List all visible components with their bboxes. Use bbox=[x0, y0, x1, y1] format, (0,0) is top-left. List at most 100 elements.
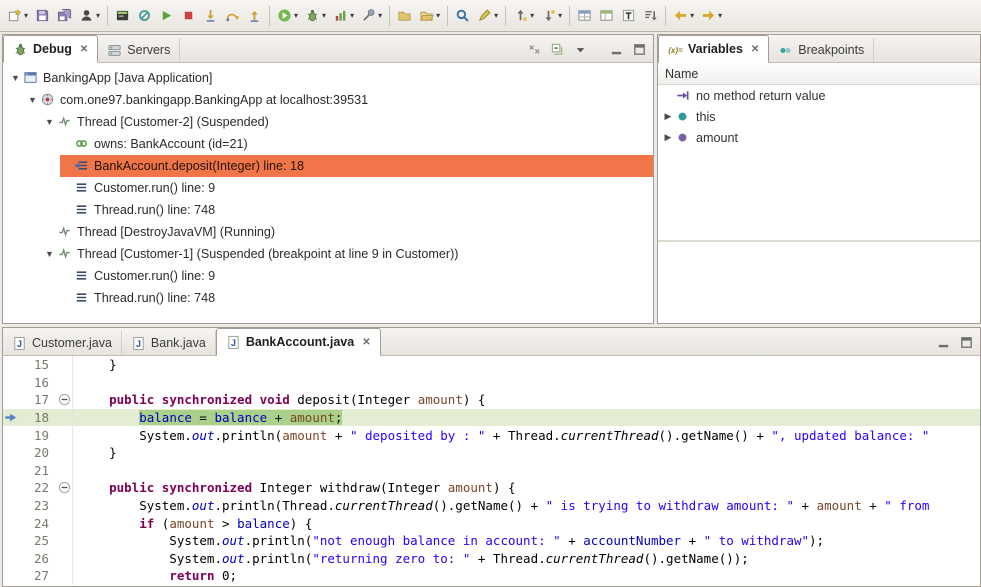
variables-name-column-header[interactable]: Name bbox=[658, 63, 980, 85]
dropdown-arrow-icon[interactable]: ▾ bbox=[436, 11, 440, 20]
tree-expander-icon[interactable]: ▼ bbox=[9, 73, 22, 83]
marker-bar[interactable] bbox=[3, 462, 19, 480]
code-line[interactable]: 23 System.out.println(Thread.currentThre… bbox=[3, 497, 980, 515]
code-line[interactable]: 21 bbox=[3, 462, 980, 480]
code-line[interactable]: 17 public synchronized void deposit(Inte… bbox=[3, 391, 980, 409]
debug-button[interactable]: ▾ bbox=[302, 4, 329, 28]
debug-tree-row[interactable]: Thread.run() line: 748 bbox=[3, 199, 653, 221]
tree-expander-icon[interactable]: ▼ bbox=[43, 117, 56, 127]
new-view-button[interactable] bbox=[596, 4, 617, 28]
previous-annotation-button[interactable]: ▾ bbox=[510, 4, 537, 28]
code-line[interactable]: 16 bbox=[3, 374, 980, 392]
terminate-button[interactable] bbox=[178, 4, 199, 28]
code-line[interactable]: 19 System.out.println(amount + " deposit… bbox=[3, 426, 980, 444]
dropdown-arrow-icon[interactable]: ▾ bbox=[350, 11, 354, 20]
new-folder-button[interactable] bbox=[394, 4, 415, 28]
debug-tree-row[interactable]: ▼ BankingApp [Java Application] bbox=[3, 67, 653, 89]
debug-tree-row[interactable]: ▼ Thread [Customer-2] (Suspended) bbox=[3, 111, 653, 133]
code-line[interactable]: 26 System.out.println("returning zero to… bbox=[3, 550, 980, 568]
user-profile-button[interactable]: ▾ bbox=[76, 4, 103, 28]
marker-bar[interactable] bbox=[3, 426, 19, 444]
minimize-button[interactable] bbox=[934, 333, 952, 351]
marker-bar[interactable] bbox=[3, 550, 19, 568]
save-button[interactable] bbox=[32, 4, 53, 28]
marker-bar[interactable] bbox=[3, 374, 19, 392]
tree-expander-icon[interactable]: ▶ bbox=[662, 111, 674, 122]
run-button[interactable]: ▾ bbox=[274, 4, 301, 28]
code-line[interactable]: 27 return 0; bbox=[3, 567, 980, 585]
close-icon[interactable]: ✕ bbox=[80, 44, 88, 55]
dropdown-arrow-icon[interactable]: ▾ bbox=[494, 11, 498, 20]
marker-bar[interactable] bbox=[3, 356, 19, 374]
next-annotation-button[interactable]: ▾ bbox=[538, 4, 565, 28]
debug-tree-row[interactable]: Customer.run() line: 9 bbox=[3, 177, 653, 199]
dropdown-arrow-icon[interactable]: ▾ bbox=[24, 11, 28, 20]
search-button[interactable] bbox=[452, 4, 473, 28]
debug-tree-row[interactable]: Customer.run() line: 9 bbox=[3, 265, 653, 287]
tab-debug[interactable]: Debug✕ bbox=[3, 35, 98, 63]
code-editor[interactable]: 15 } 16 17 public synchronized void depo… bbox=[3, 356, 980, 586]
forward-button[interactable]: ▾ bbox=[698, 4, 725, 28]
sort-button[interactable] bbox=[640, 4, 661, 28]
code-line[interactable]: 25 System.out.println("not enough balanc… bbox=[3, 532, 980, 550]
code-line[interactable]: 15 } bbox=[3, 356, 980, 374]
new-table-button[interactable] bbox=[574, 4, 595, 28]
tab-variables[interactable]: (x)=Variables✕ bbox=[658, 35, 769, 63]
tab-bankaccount-java[interactable]: JBankAccount.java✕ bbox=[216, 328, 381, 356]
new-button[interactable]: ▾ bbox=[4, 4, 31, 28]
annotate-button[interactable]: ▾ bbox=[474, 4, 501, 28]
variable-row[interactable]: no method return value bbox=[658, 85, 980, 106]
clear-terminated-button[interactable] bbox=[525, 40, 543, 58]
marker-bar[interactable] bbox=[3, 497, 19, 515]
variable-row[interactable]: ▶ this bbox=[658, 106, 980, 127]
tree-expander-icon[interactable]: ▶ bbox=[662, 132, 674, 143]
open-resource-button[interactable]: ▾ bbox=[416, 4, 443, 28]
tab-bank-java[interactable]: JBank.java bbox=[122, 331, 216, 355]
step-over-button[interactable] bbox=[222, 4, 243, 28]
close-icon[interactable]: ✕ bbox=[362, 337, 370, 348]
code-line[interactable]: 20 } bbox=[3, 444, 980, 462]
coverage-button[interactable]: ▾ bbox=[330, 4, 357, 28]
code-line[interactable]: 22 public synchronized Integer withdraw(… bbox=[3, 479, 980, 497]
marker-bar[interactable] bbox=[3, 514, 19, 532]
text-tool-button[interactable] bbox=[618, 4, 639, 28]
debug-tree-row[interactable]: owns: BankAccount (id=21) bbox=[3, 133, 653, 155]
maximize-button[interactable] bbox=[630, 40, 648, 58]
open-console-button[interactable] bbox=[112, 4, 133, 28]
external-tools-button[interactable]: ▾ bbox=[358, 4, 385, 28]
debug-tree-row[interactable]: Thread [DestroyJavaVM] (Running) bbox=[3, 221, 653, 243]
details-pane-divider[interactable] bbox=[658, 240, 980, 242]
close-icon[interactable]: ✕ bbox=[751, 44, 759, 55]
tab-servers[interactable]: Servers bbox=[98, 38, 180, 62]
tree-expander-icon[interactable]: ▼ bbox=[26, 95, 39, 105]
dropdown-arrow-icon[interactable]: ▾ bbox=[294, 11, 298, 20]
minimize-button[interactable] bbox=[607, 40, 625, 58]
dropdown-arrow-icon[interactable]: ▾ bbox=[530, 11, 534, 20]
variable-row[interactable]: ▶ amount bbox=[658, 127, 980, 148]
view-menu-button[interactable] bbox=[571, 40, 589, 58]
maximize-button[interactable] bbox=[957, 333, 975, 351]
collapse-all-button[interactable] bbox=[548, 40, 566, 58]
step-return-button[interactable] bbox=[244, 4, 265, 28]
code-line[interactable]: 18 balance = balance + amount; bbox=[3, 409, 980, 427]
dropdown-arrow-icon[interactable]: ▾ bbox=[718, 11, 722, 20]
marker-bar[interactable] bbox=[3, 567, 19, 585]
debug-tree-row[interactable]: ▼ Thread [Customer-1] (Suspended (breakp… bbox=[3, 243, 653, 265]
marker-bar[interactable] bbox=[3, 532, 19, 550]
resume-button[interactable] bbox=[156, 4, 177, 28]
tab-breakpoints[interactable]: Breakpoints bbox=[769, 38, 874, 62]
marker-bar[interactable] bbox=[3, 479, 19, 497]
debug-tree-row[interactable]: ▼ com.one97.bankingapp.BankingApp at loc… bbox=[3, 89, 653, 111]
dropdown-arrow-icon[interactable]: ▾ bbox=[378, 11, 382, 20]
save-all-button[interactable] bbox=[54, 4, 75, 28]
fold-collapse-icon[interactable] bbox=[56, 479, 73, 497]
step-into-button[interactable] bbox=[200, 4, 221, 28]
skip-all-breakpoints-button[interactable] bbox=[134, 4, 155, 28]
debug-tree-row[interactable]: BankAccount.deposit(Integer) line: 18 bbox=[3, 155, 653, 177]
code-line[interactable]: 24 if (amount > balance) { bbox=[3, 514, 980, 532]
back-button[interactable]: ▾ bbox=[670, 4, 697, 28]
tree-expander-icon[interactable]: ▼ bbox=[43, 249, 56, 259]
marker-bar[interactable] bbox=[3, 444, 19, 462]
fold-collapse-icon[interactable] bbox=[56, 391, 73, 409]
tab-customer-java[interactable]: JCustomer.java bbox=[3, 331, 122, 355]
